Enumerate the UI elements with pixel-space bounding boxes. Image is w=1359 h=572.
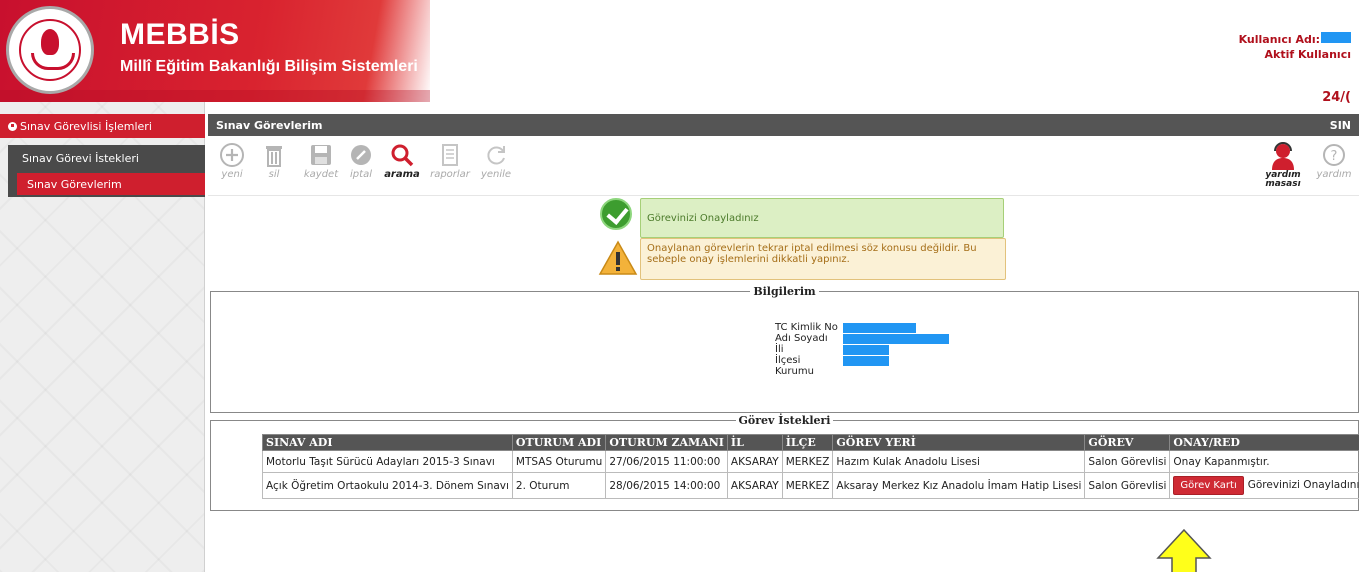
tc-label: TC Kimlik No (775, 322, 838, 333)
save-button[interactable]: kaydet (299, 142, 343, 180)
success-check-icon (600, 198, 632, 230)
cancel-button[interactable]: iptal (339, 142, 383, 180)
helpdesk-label-line2: masası (1265, 179, 1301, 189)
helpdesk-icon (1272, 142, 1294, 170)
ilce-cell: MERKEZ (781, 472, 834, 499)
success-message: Görevinizi Onayladınız (640, 198, 1004, 238)
col-gorev: GÖREV (1084, 434, 1171, 451)
il-label: İli (775, 344, 784, 355)
tc-value-redacted (843, 323, 916, 333)
annotation-arrow-icon (1156, 528, 1212, 572)
il-value-redacted (843, 345, 889, 355)
meb-logo (6, 6, 94, 94)
page-title-bar: Sınav Görevlerim SIN (208, 114, 1359, 136)
sidebar: Sınav Görevlisi İşlemleri Sınav Görevi İ… (0, 102, 205, 572)
onay-cell: Onay Kapanmıştır. (1169, 450, 1359, 473)
gorev-karti-button[interactable]: Görev Kartı (1173, 476, 1244, 495)
new-label: yeni (221, 169, 243, 180)
search-icon (391, 144, 414, 167)
col-il: İL (726, 434, 783, 451)
bilgilerim-legend: Bilgilerim (753, 285, 816, 298)
warning-icon (598, 240, 638, 275)
header: MEBBİS Millî Eğitim Bakanlığı Bilişim Si… (0, 0, 1359, 105)
delete-button[interactable]: sil (252, 142, 296, 180)
col-ilce: İLÇE (781, 434, 834, 451)
cancel-label: iptal (350, 169, 372, 180)
oturum-cell: 2. Oturum (511, 472, 607, 499)
sidebar-item-sinav-gorevi-istekleri[interactable]: Sınav Görevi İstekleri (22, 152, 139, 165)
report-icon (442, 144, 458, 166)
brand-title: MEBBİS (120, 18, 240, 51)
zaman-cell: 27/06/2015 11:00:00 (605, 450, 728, 473)
logo-emblem-icon (19, 19, 81, 81)
col-oturum-zamani: OTURUM ZAMANI (605, 434, 728, 451)
refresh-label: yenile (480, 169, 512, 180)
save-label: kaydet (303, 169, 339, 180)
sidebar-section-header[interactable]: Sınav Görevlisi İşlemleri (0, 114, 205, 138)
il-cell: AKSARAY (726, 450, 783, 473)
new-button[interactable]: yeni (210, 142, 254, 180)
yer-cell: Hazım Kulak Anadolu Lisesi (832, 450, 1086, 473)
sinav-cell: Açık Öğretim Ortaokulu 2014-3. Dönem Sın… (262, 472, 513, 499)
svg-text:?: ? (1331, 149, 1338, 164)
sidebar-item-sinav-gorevlerim[interactable]: Sınav Görevlerim (17, 173, 205, 195)
col-gorev-yeri: GÖREV YERİ (832, 434, 1086, 451)
active-user-label: Aktif Kullanıcı (1264, 48, 1352, 61)
kurum-label: Kurumu (775, 366, 814, 377)
refresh-icon (487, 146, 505, 165)
reports-button[interactable]: raporlar (428, 142, 472, 180)
plus-circle-icon (220, 143, 244, 167)
ilce-cell: MERKEZ (781, 450, 834, 473)
col-oturum-adi: OTURUM ADI (511, 434, 607, 451)
brand-subtitle: Millî Eğitim Bakanlığı Bilişim Sistemler… (120, 58, 418, 75)
search-label: arama (384, 169, 420, 180)
delete-label: sil (268, 169, 280, 180)
refresh-button[interactable]: yenile (474, 142, 518, 180)
table-row: Motorlu Taşıt Sürücü Adayları 2015-3 Sın… (262, 450, 1359, 473)
yer-cell: Aksaray Merkez Kız Anadolu İmam Hatip Li… (832, 472, 1086, 499)
help-button[interactable]: ? yardım (1311, 142, 1357, 180)
search-button[interactable]: arama (380, 142, 424, 180)
toolbar: yeni sil kaydet iptal arama raporlar yen… (208, 136, 1359, 196)
trash-icon (266, 146, 282, 167)
cancel-icon (351, 145, 371, 165)
warning-message: Onaylanan görevlerin tekrar iptal edilme… (640, 238, 1006, 280)
helpdesk-label: yardım masası (1260, 171, 1306, 189)
col-sinav-adi: SINAV ADI (262, 434, 513, 451)
oturum-cell: MTSAS Oturumu (511, 450, 607, 473)
zaman-cell: 28/06/2015 14:00:00 (605, 472, 728, 499)
reports-label: raporlar (430, 169, 470, 180)
ilce-label: İlçesi (775, 355, 801, 366)
page-title: Sınav Görevlerim (216, 119, 323, 132)
il-cell: AKSARAY (726, 472, 783, 499)
onay-cell: Görev Kartı Görevinizi Onayladınız. (1169, 472, 1359, 499)
name-label: Adı Soyadı (775, 333, 828, 344)
onay-status: Görevinizi Onayladınız. (1247, 479, 1359, 491)
page-title-right: SIN (1329, 119, 1351, 132)
username-label: Kullanıcı Adı: (1238, 33, 1320, 46)
table-row: Açık Öğretim Ortaokulu 2014-3. Dönem Sın… (262, 472, 1359, 499)
help-label: yardım (1316, 169, 1352, 180)
name-value-redacted (843, 334, 949, 344)
user-info: TC Kimlik No Adı Soyadı İli İlçesi Kurum… (775, 322, 949, 377)
sinav-cell: Motorlu Taşıt Sürücü Adayları 2015-3 Sın… (262, 450, 513, 473)
tasks-table: SINAV ADI OTURUM ADI OTURUM ZAMANI İL İL… (262, 434, 1359, 499)
gorev-istekleri-legend: Görev İstekleri (738, 414, 831, 427)
floppy-icon (311, 145, 331, 165)
ilce-value-redacted (843, 356, 889, 366)
gorev-cell: Salon Görevlisi (1084, 472, 1171, 499)
helpdesk-button[interactable]: yardım masası (1260, 142, 1306, 189)
collapse-icon (8, 122, 17, 131)
sidebar-section-title: Sınav Görevlisi İşlemleri (20, 120, 152, 133)
gorev-cell: Salon Görevlisi (1084, 450, 1171, 473)
help-icon: ? (1323, 144, 1345, 166)
username-redacted (1321, 32, 1351, 43)
col-onay-red: ONAY/RED (1169, 434, 1359, 451)
date-label: 24/( (1322, 90, 1351, 105)
